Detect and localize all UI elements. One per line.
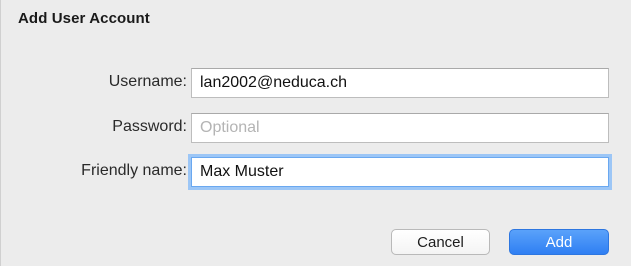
username-field[interactable] — [191, 68, 609, 98]
username-label: Username: — [108, 73, 187, 90]
cancel-button[interactable]: Cancel — [391, 229, 490, 255]
add-button[interactable]: Add — [509, 229, 609, 255]
dialog-title: Add User Account — [18, 10, 150, 27]
friendly-name-field[interactable] — [191, 157, 609, 187]
add-user-dialog: Add User Account Username: Password: Fri… — [0, 0, 631, 266]
password-label: Password: — [112, 118, 187, 135]
friendly-name-label: Friendly name: — [81, 162, 187, 179]
password-field[interactable] — [191, 113, 609, 143]
